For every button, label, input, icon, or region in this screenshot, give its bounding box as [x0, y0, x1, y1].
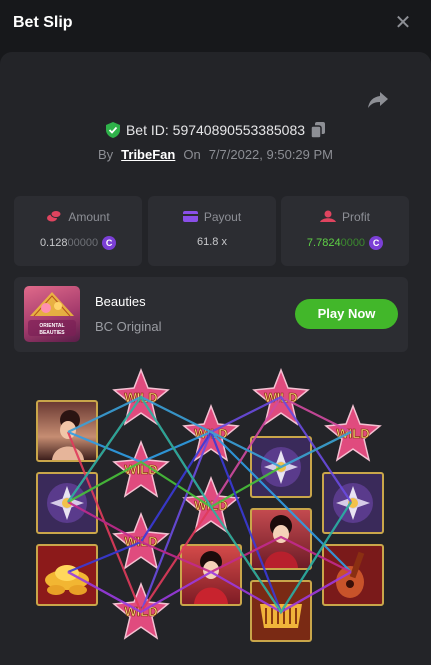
- card-icon: [182, 211, 198, 222]
- user-link[interactable]: TribeFan: [121, 147, 175, 162]
- amount-value: 0.128: [39, 237, 68, 249]
- game-name: Beauties: [95, 294, 146, 309]
- slot-result-board: WILD WILD WILD WILD WILD WILD WILD WILD: [0, 362, 431, 662]
- paylines-overlay: [66, 395, 352, 615]
- payout-label: Payout: [203, 210, 242, 224]
- amount-value-dim: 00000: [67, 237, 99, 249]
- svg-text:BEAUTIES: BEAUTIES: [39, 330, 65, 336]
- close-icon[interactable]: ✕: [393, 12, 413, 34]
- amount-label: Amount: [68, 210, 110, 224]
- amount-card: Amount 0.12800000 C: [14, 196, 142, 266]
- profit-label: Profit: [341, 210, 370, 224]
- game-thumbnail[interactable]: ORIENTAL BEAUTIES: [24, 286, 80, 342]
- currency-coin-icon: C: [102, 236, 117, 250]
- game-provider: BC Original: [95, 319, 162, 334]
- copy-icon[interactable]: [311, 122, 326, 138]
- payout-card: Payout 61.8 x: [148, 196, 276, 266]
- on-label: On: [183, 146, 201, 162]
- header: Bet Slip ✕: [0, 0, 431, 48]
- share-icon[interactable]: [367, 90, 389, 110]
- bet-id-row: Bet ID: 59740890553385083: [0, 120, 431, 140]
- game-card: ORIENTAL BEAUTIES Beauties BC Original P…: [14, 277, 408, 352]
- currency-coin-icon: C: [369, 236, 384, 250]
- coins-icon: [47, 210, 62, 222]
- play-now-button[interactable]: Play Now: [295, 299, 398, 329]
- bet-id: Bet ID: 59740890553385083: [125, 122, 306, 138]
- profit-card: Profit 7.78240000 C: [281, 196, 409, 266]
- svg-text:ORIENTAL: ORIENTAL: [39, 323, 64, 329]
- bet-meta-row: By TribeFan On 7/7/2022, 9:50:29 PM: [0, 145, 431, 163]
- by-label: By: [97, 146, 114, 162]
- payout-value: 61.8 x: [197, 236, 227, 248]
- profit-icon: [319, 210, 336, 222]
- profit-value-dim: 0000: [340, 237, 366, 249]
- page-title: Bet Slip: [13, 14, 73, 31]
- profit-value: 7.7824: [306, 237, 341, 249]
- fan-icon: ORIENTAL BEAUTIES: [28, 292, 76, 336]
- verified-shield-icon: [105, 122, 120, 138]
- bet-datetime: 7/7/2022, 9:50:29 PM: [208, 146, 333, 162]
